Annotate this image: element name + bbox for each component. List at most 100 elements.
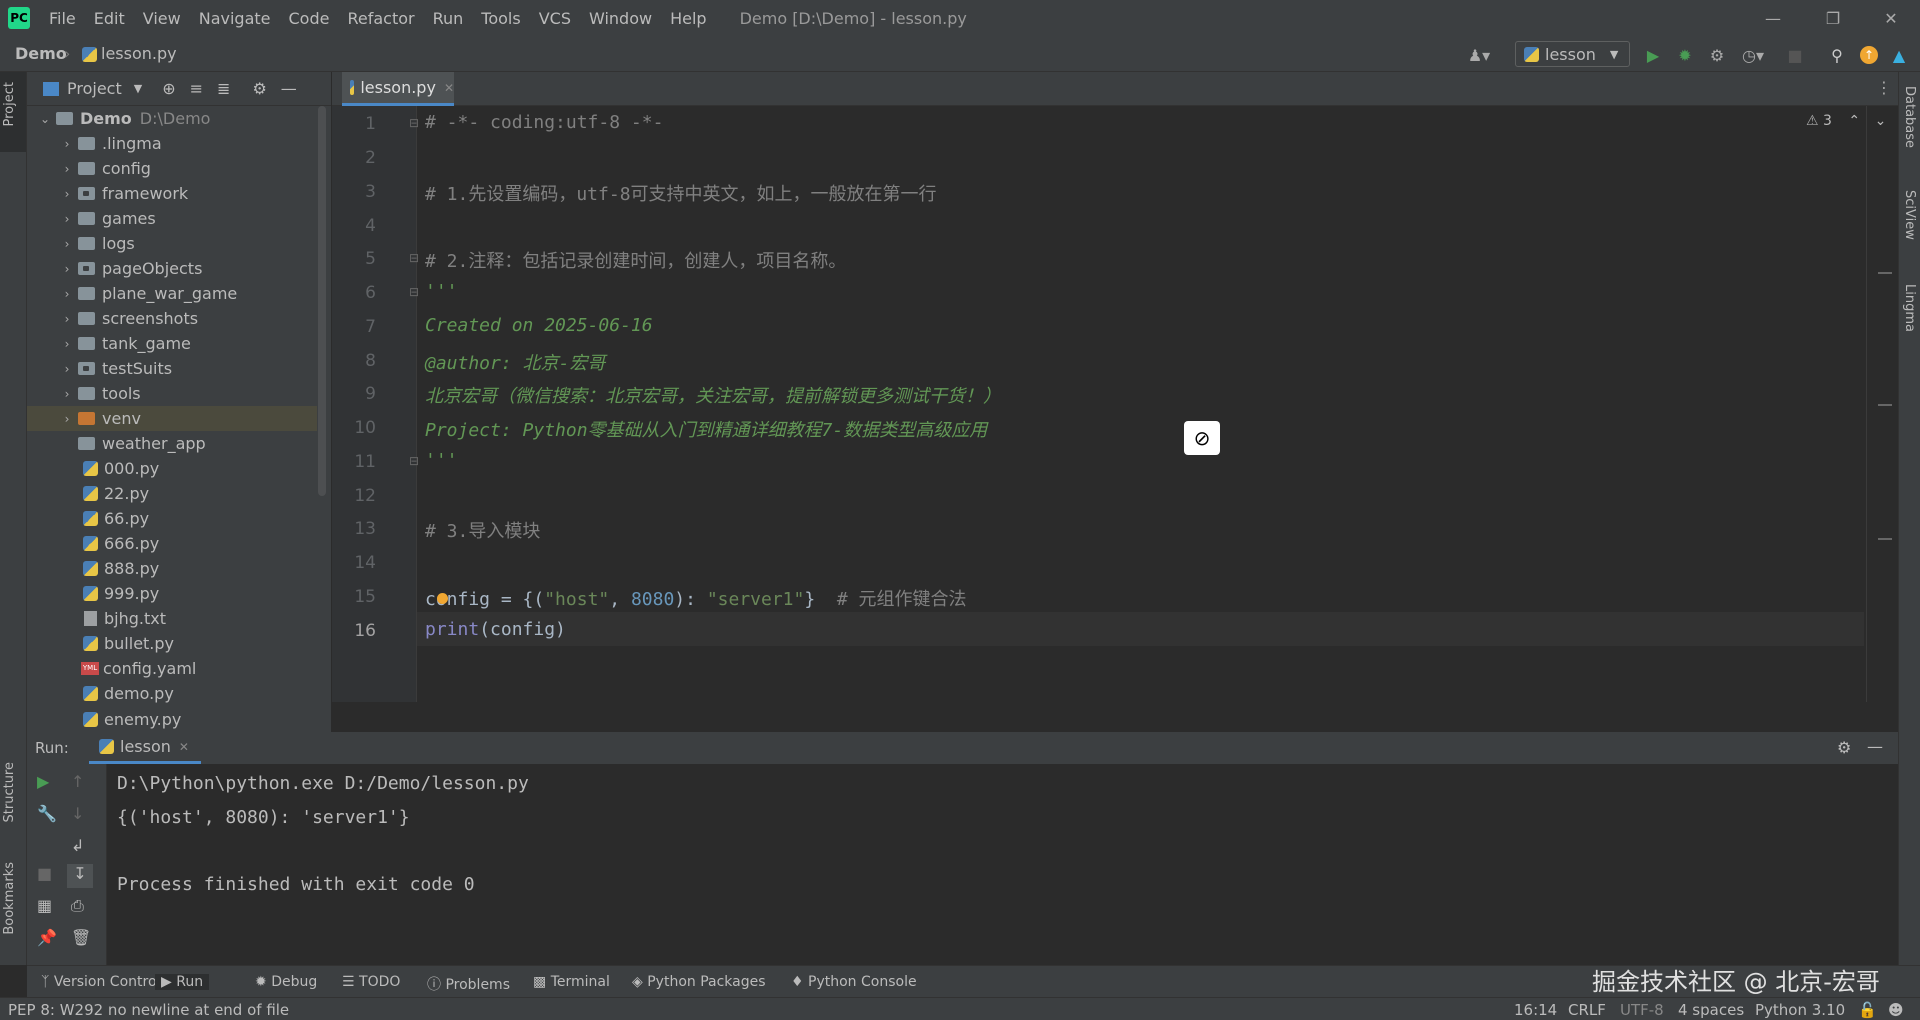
rerun-icon[interactable]: ▶ — [37, 772, 49, 791]
file-encoding[interactable]: UTF-8 — [1620, 1001, 1664, 1019]
expand-all-icon[interactable]: ≡ — [190, 79, 203, 98]
tool-terminal[interactable]: ▩ Terminal — [533, 974, 610, 990]
tree-item[interactable]: bjhg.txt — [27, 606, 317, 631]
fold-icon[interactable]: ⊟ — [409, 116, 419, 130]
debug-icon[interactable]: ✹ — [1674, 44, 1696, 66]
tool-python-console[interactable]: ♦ Python Console — [791, 974, 917, 990]
tree-item[interactable]: 22.py — [27, 481, 317, 506]
gear-icon[interactable]: ⚙ — [252, 79, 266, 98]
code-line-11[interactable]: ''' — [425, 450, 458, 471]
user-account-icon[interactable]: ♟▾ — [1462, 44, 1496, 66]
chevron-right-icon[interactable]: › — [59, 187, 75, 201]
tree-item[interactable]: › games — [27, 206, 317, 231]
code-line-7[interactable]: Created on 2025-06-16 — [425, 315, 653, 336]
close-tab-icon[interactable]: ✕ — [444, 81, 454, 95]
chevron-right-icon[interactable]: › — [59, 162, 75, 176]
tree-item[interactable]: › plane_war_game — [27, 281, 317, 306]
menu-tools[interactable]: Tools — [472, 9, 529, 28]
chevron-right-icon[interactable]: › — [59, 137, 75, 151]
tree-item[interactable]: › testSuits — [27, 356, 317, 381]
soft-wrap-icon[interactable]: ↲ — [71, 836, 84, 855]
fold-icon[interactable]: ⊟ — [409, 454, 419, 468]
lock-icon[interactable]: 🔓 — [1858, 1001, 1877, 1019]
search-icon[interactable]: ⚲ — [1826, 44, 1848, 66]
inspection-widget[interactable]: ⚠ 3 ⌃ ⌄ — [1806, 113, 1886, 129]
indent-setting[interactable]: 4 spaces — [1678, 1001, 1744, 1019]
layout-icon[interactable]: ▦ — [37, 896, 52, 915]
ai-assistant-icon[interactable]: ▲ — [1888, 44, 1910, 66]
trash-icon[interactable]: 🗑 — [71, 928, 91, 947]
chevron-right-icon[interactable]: › — [59, 312, 75, 326]
menu-edit[interactable]: Edit — [85, 9, 134, 28]
line-separator[interactable]: CRLF — [1568, 1001, 1606, 1019]
tree-item[interactable]: › tank_game — [27, 331, 317, 356]
code-line-16[interactable]: print(config) — [425, 619, 566, 640]
tree-item[interactable]: 999.py — [27, 581, 317, 606]
gear-icon[interactable]: ⚙ — [1837, 738, 1851, 757]
code-line-13[interactable]: # 3.导入模块 — [425, 517, 540, 543]
menu-view[interactable]: View — [134, 9, 190, 28]
code-line-10[interactable]: Project: Python零基础从入门到精通详细教程7-数据类型高级应用 — [425, 416, 987, 442]
lingma-tool-tab[interactable]: Lingma — [1902, 284, 1917, 332]
coverage-icon[interactable]: ⚙ — [1706, 44, 1728, 66]
tree-item[interactable]: › framework — [27, 181, 317, 206]
minimize-button[interactable]: — — [1744, 0, 1802, 36]
more-options-icon[interactable]: ⋮ — [1876, 78, 1892, 97]
menu-refactor[interactable]: Refactor — [338, 9, 423, 28]
tab-lesson-py[interactable]: lesson.py ✕ — [342, 72, 454, 106]
chevron-right-icon[interactable]: › — [59, 237, 75, 251]
close-window-button[interactable]: ✕ — [1862, 0, 1920, 36]
tree-root[interactable]: ⌄ Demo D:\Demo — [27, 106, 317, 131]
chevron-down-icon[interactable]: ⌄ — [37, 112, 53, 126]
tree-item-selected[interactable]: › venv — [27, 406, 317, 431]
ai-status-icon[interactable]: ☻ — [1888, 1001, 1904, 1019]
stop-icon[interactable]: ■ — [1784, 44, 1806, 66]
tree-item[interactable]: weather_app — [27, 431, 317, 456]
scroll-to-end-icon[interactable]: ↧ — [67, 864, 93, 888]
fold-icon[interactable]: ⊟ — [409, 285, 419, 299]
tool-run[interactable]: ▶ Run — [155, 974, 210, 990]
structure-tool-tab[interactable]: Structure — [2, 762, 17, 822]
collapse-all-icon[interactable]: ≣ — [217, 79, 230, 98]
tree-item[interactable]: › logs — [27, 231, 317, 256]
locate-file-icon[interactable]: ⊕ — [162, 79, 175, 98]
previous-highlight-icon[interactable]: ⌃ — [1848, 113, 1860, 129]
breadcrumb-file[interactable]: lesson.py — [101, 44, 177, 63]
fold-icon[interactable]: ⊟ — [409, 251, 419, 265]
pin-icon[interactable]: 📌 — [37, 928, 57, 947]
tree-item[interactable]: 000.py — [27, 456, 317, 481]
tree-item[interactable]: › config — [27, 156, 317, 181]
menu-help[interactable]: Help — [661, 9, 715, 28]
update-icon[interactable]: ↑ — [1858, 44, 1880, 66]
run-tab-lesson[interactable]: lesson ✕ — [89, 732, 201, 764]
chevron-right-icon[interactable]: › — [59, 337, 75, 351]
print-icon[interactable]: ⎙ — [71, 896, 84, 916]
project-view-select[interactable]: Project — [67, 79, 122, 98]
tool-todo[interactable]: ☰ TODO — [342, 974, 400, 990]
project-tool-tab[interactable]: Project — [2, 82, 17, 126]
code-line-1[interactable]: # -*- coding:utf-8 -*- — [425, 112, 663, 133]
tree-item[interactable]: › screenshots — [27, 306, 317, 331]
sciview-tool-tab[interactable]: SciView — [1902, 190, 1917, 240]
tree-item[interactable]: › tools — [27, 381, 317, 406]
bookmarks-tool-tab[interactable]: Bookmarks — [2, 862, 17, 935]
profile-icon[interactable]: ◷▾ — [1736, 44, 1770, 66]
tree-item[interactable]: bullet.py — [27, 631, 317, 656]
tree-item[interactable]: 888.py — [27, 556, 317, 581]
stop-icon[interactable]: ■ — [37, 864, 52, 883]
chevron-right-icon[interactable]: › — [59, 262, 75, 276]
tool-problems[interactable]: ⓘ Problems — [427, 974, 510, 994]
chevron-right-icon[interactable]: › — [59, 362, 75, 376]
caret-position[interactable]: 16:14 — [1514, 1001, 1557, 1019]
tool-python-packages[interactable]: ◈ Python Packages — [632, 974, 766, 990]
chevron-right-icon[interactable]: › — [59, 287, 75, 301]
chevron-down-icon[interactable]: ▼ — [134, 82, 142, 95]
menu-file[interactable]: File — [40, 9, 85, 28]
chevron-right-icon[interactable]: › — [59, 212, 75, 226]
hide-panel-icon[interactable]: — — [1867, 737, 1883, 756]
code-line-15[interactable]: config = {("host", 8080): "server1"} # 元… — [425, 585, 967, 611]
close-tab-icon[interactable]: ✕ — [179, 740, 189, 754]
chevron-right-icon[interactable]: › — [59, 387, 75, 401]
tree-item[interactable]: 666.py — [27, 531, 317, 556]
intention-bulb-icon[interactable] — [437, 593, 448, 604]
